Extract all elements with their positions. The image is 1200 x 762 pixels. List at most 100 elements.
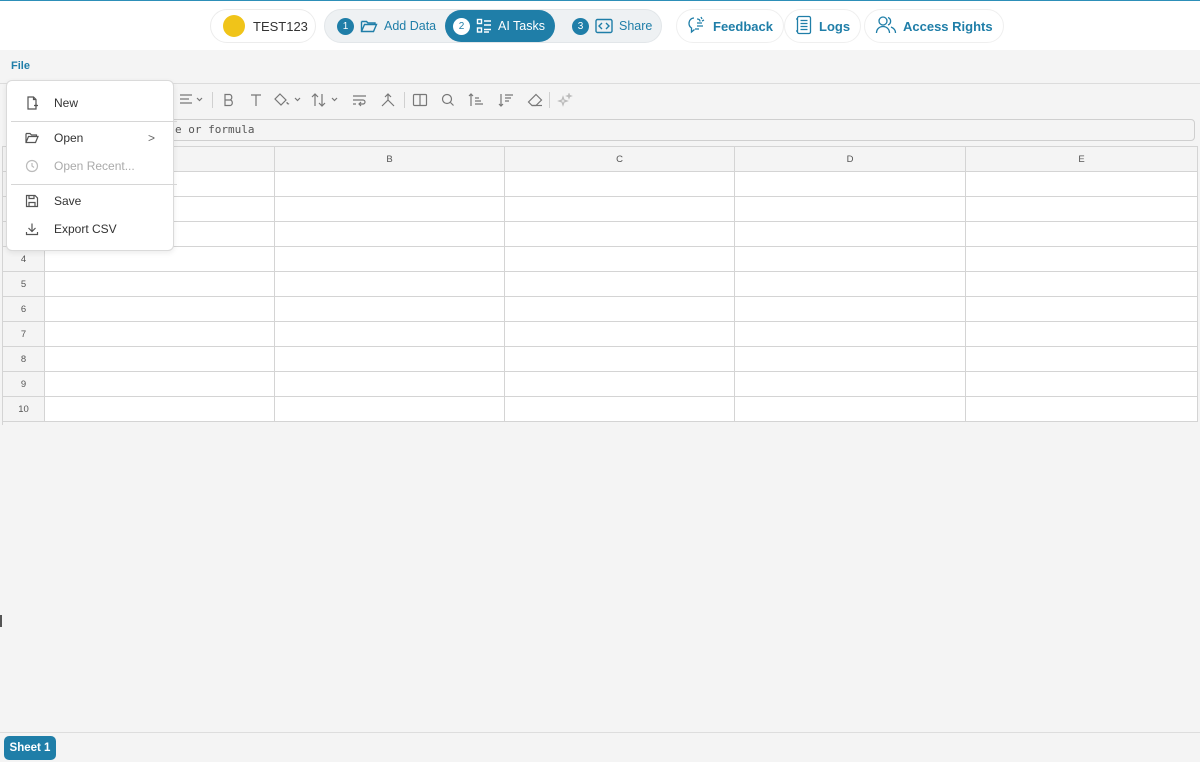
- grid-cell[interactable]: [505, 347, 735, 372]
- grid-cell[interactable]: [45, 272, 275, 297]
- grid-cell[interactable]: [505, 197, 735, 222]
- grid-cell[interactable]: [735, 322, 966, 347]
- column-header-b[interactable]: B: [275, 147, 505, 172]
- sort-descending-icon[interactable]: [498, 91, 514, 109]
- eraser-icon[interactable]: [527, 91, 543, 109]
- project-selector[interactable]: TEST123: [210, 9, 316, 43]
- grid-cell[interactable]: [275, 297, 505, 322]
- grid-cell[interactable]: [735, 372, 966, 397]
- step-add-data[interactable]: 1 Add Data: [337, 10, 436, 42]
- row-header[interactable]: 9: [3, 372, 45, 397]
- grid-cell[interactable]: [505, 272, 735, 297]
- grid-cell[interactable]: [275, 347, 505, 372]
- grid-cell[interactable]: [45, 347, 275, 372]
- grid-cell[interactable]: [45, 397, 275, 422]
- sort-ascending-icon[interactable]: [468, 91, 484, 109]
- fill-color-icon[interactable]: [274, 91, 304, 109]
- sheet-bar-divider: [0, 732, 1200, 733]
- wrap-text-icon[interactable]: [352, 91, 368, 109]
- grid-cell[interactable]: [735, 297, 966, 322]
- grid-cell[interactable]: [966, 397, 1198, 422]
- menu-divider: [11, 184, 177, 185]
- grid-cell[interactable]: [966, 247, 1198, 272]
- menu-item-new[interactable]: New: [7, 89, 173, 117]
- save-icon: [25, 194, 39, 208]
- feedback-button[interactable]: Feedback: [676, 9, 784, 43]
- grid-cell[interactable]: [505, 247, 735, 272]
- step-ai-tasks[interactable]: 2 AI Tasks: [445, 10, 556, 42]
- grid-cell[interactable]: [735, 247, 966, 272]
- formula-input[interactable]: [51, 123, 1194, 136]
- users-icon: [875, 15, 897, 38]
- sort-icon[interactable]: [311, 91, 341, 109]
- column-header-e[interactable]: E: [966, 147, 1198, 172]
- sparkle-icon[interactable]: [557, 91, 573, 109]
- grid-cell[interactable]: [275, 222, 505, 247]
- grid-cell[interactable]: [966, 272, 1198, 297]
- grid-cell[interactable]: [45, 322, 275, 347]
- download-icon: [25, 222, 39, 236]
- toolbar-divider: [549, 92, 550, 108]
- formula-bar[interactable]: [40, 119, 1195, 141]
- search-icon[interactable]: [440, 91, 456, 109]
- row-header[interactable]: 7: [3, 322, 45, 347]
- grid-cell[interactable]: [735, 347, 966, 372]
- grid-cell[interactable]: [275, 197, 505, 222]
- grid-cell[interactable]: [966, 322, 1198, 347]
- grid-cell[interactable]: [275, 272, 505, 297]
- file-menu[interactable]: File: [11, 60, 30, 72]
- grid-cell[interactable]: [735, 197, 966, 222]
- step-number: 3: [572, 17, 589, 35]
- grid-cell[interactable]: [275, 322, 505, 347]
- grid-cell[interactable]: [275, 247, 505, 272]
- grid-cell[interactable]: [966, 297, 1198, 322]
- align-icon[interactable]: [178, 91, 206, 109]
- row-header[interactable]: 6: [3, 297, 45, 322]
- grid-cell[interactable]: [735, 397, 966, 422]
- resize-handle[interactable]: [0, 615, 2, 627]
- grid-cell[interactable]: [966, 222, 1198, 247]
- text-format-icon[interactable]: [249, 91, 263, 109]
- grid-cell[interactable]: [505, 172, 735, 197]
- menu-item-open-recent[interactable]: Open Recent...: [7, 152, 173, 180]
- sheet-tab[interactable]: Sheet 1: [4, 736, 56, 760]
- grid-cell[interactable]: [45, 297, 275, 322]
- menu-item-label: Save: [54, 194, 82, 208]
- grid-cell[interactable]: [966, 347, 1198, 372]
- grid-cell[interactable]: [505, 222, 735, 247]
- menu-item-save[interactable]: Save: [7, 187, 173, 215]
- project-name: TEST123: [253, 18, 308, 34]
- column-header-c[interactable]: C: [505, 147, 735, 172]
- grid-cell[interactable]: [505, 372, 735, 397]
- menu-item-open[interactable]: Open >: [7, 124, 173, 152]
- grid-cell[interactable]: [505, 297, 735, 322]
- grid-cell[interactable]: [505, 322, 735, 347]
- grid-cell[interactable]: [735, 172, 966, 197]
- grid-cell[interactable]: [966, 372, 1198, 397]
- bold-icon[interactable]: [222, 91, 236, 109]
- column-header-d[interactable]: D: [735, 147, 966, 172]
- top-header: TEST123 1 Add Data 2 AI Tasks 3 Share Fe…: [0, 0, 1200, 50]
- grid-cell[interactable]: [735, 222, 966, 247]
- grid-cell[interactable]: [505, 397, 735, 422]
- toolbar-divider: [212, 92, 213, 108]
- merge-icon[interactable]: [380, 91, 396, 109]
- grid-cell[interactable]: [45, 372, 275, 397]
- menu-item-label: Export CSV: [54, 222, 117, 236]
- menu-item-export-csv[interactable]: Export CSV: [7, 215, 173, 243]
- grid-cell[interactable]: [275, 372, 505, 397]
- row-header[interactable]: 8: [3, 347, 45, 372]
- row-header[interactable]: 5: [3, 272, 45, 297]
- logs-button[interactable]: Logs: [784, 9, 862, 43]
- step-share[interactable]: 3 Share: [572, 10, 652, 42]
- feedback-icon: [687, 15, 707, 38]
- grid-cell[interactable]: [966, 172, 1198, 197]
- grid-cell[interactable]: [735, 272, 966, 297]
- columns-icon[interactable]: [412, 91, 428, 109]
- grid-cell[interactable]: [966, 197, 1198, 222]
- grid-cell[interactable]: [275, 397, 505, 422]
- workflow-steps: 1 Add Data 2 AI Tasks 3 Share: [324, 9, 662, 43]
- access-rights-button[interactable]: Access Rights: [864, 9, 1004, 43]
- grid-cell[interactable]: [275, 172, 505, 197]
- row-header[interactable]: 10: [3, 397, 45, 422]
